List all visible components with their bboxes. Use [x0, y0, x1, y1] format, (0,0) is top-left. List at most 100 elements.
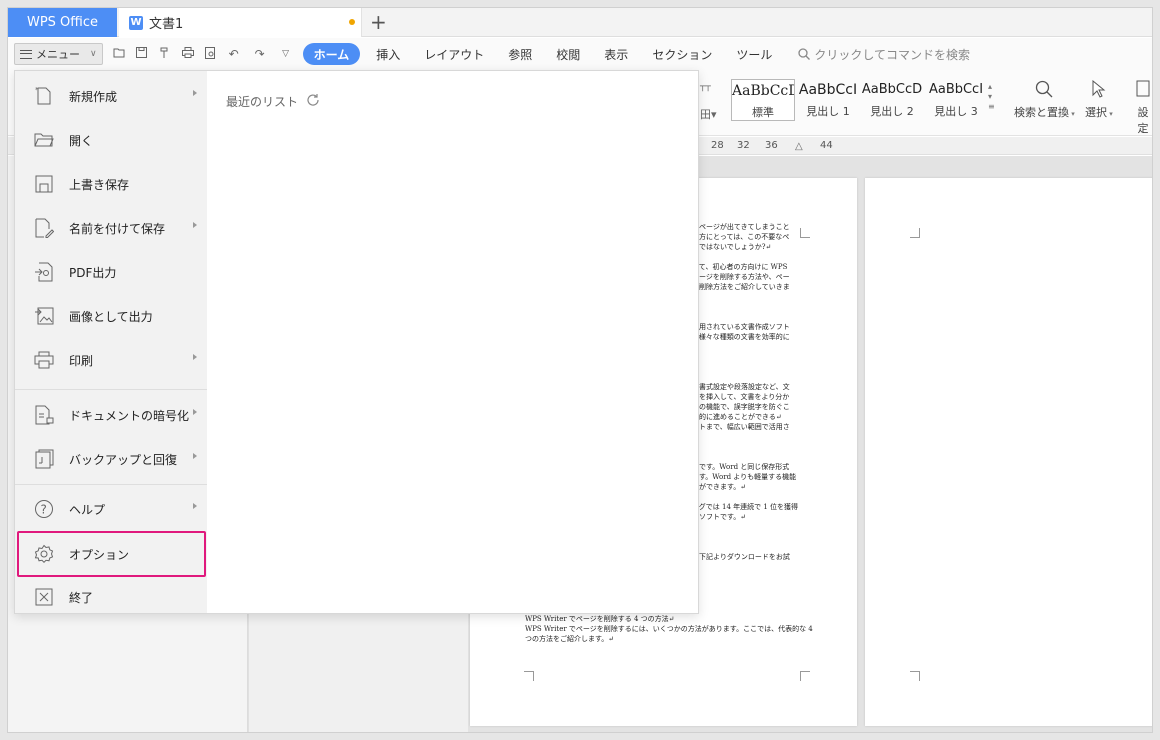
style-heading-1-name: 見出し 1 [806, 105, 850, 118]
ruler-tick: 28 [711, 140, 724, 151]
backup-icon [33, 448, 55, 470]
menu-item-backup-label: バックアップと回復 [69, 452, 178, 467]
menu-item-backup[interactable]: バックアップと回復 [15, 438, 207, 480]
pdf-export-icon [33, 261, 55, 283]
menu-item-save-as-label: 名前を付けて保存 [69, 221, 166, 236]
document-text-line: 本の書式設定や段落設定など、文 [685, 383, 790, 391]
menu-item-exit-label: 終了 [69, 590, 94, 605]
document-text-line: 白ページを削除する方法や、ペー [685, 273, 790, 281]
submenu-arrow-icon [193, 503, 197, 509]
submenu-arrow-icon [193, 222, 197, 228]
save-icon [33, 173, 55, 195]
style-heading-3-sample: AaBbCcI [928, 82, 984, 97]
style-normal-name: 標準 [752, 106, 774, 119]
tab-insert[interactable]: 挿入 [364, 43, 412, 65]
document-text-line: WPS Writer でページを削除するには、いくつかの方法があります。ここでは… [525, 625, 813, 633]
customize-toolbar-icon[interactable]: ▽ [279, 49, 293, 59]
menu-item-help[interactable]: ? ヘルプ [15, 488, 207, 530]
tab-home[interactable]: ホーム [302, 43, 361, 65]
select-label: 選択 [1085, 106, 1107, 119]
command-search-placeholder: クリックしてコマンドを検索 [814, 47, 970, 62]
submenu-arrow-icon [193, 90, 197, 96]
print-icon[interactable] [181, 47, 195, 61]
options-highlight-box [17, 531, 206, 577]
tab-document[interactable]: W 文書1 [119, 8, 362, 37]
undo-icon[interactable]: ↶ [227, 47, 241, 61]
tab-view[interactable]: 表示 [592, 43, 640, 65]
recent-list-header: 最近のリスト [226, 93, 320, 110]
settings-button[interactable]: 設定 [1134, 80, 1152, 136]
menu-item-new[interactable]: * 新規作成 [15, 75, 207, 117]
menu-item-pdf-export-label: PDF出力 [69, 265, 117, 280]
table-grid-icon[interactable]: ┬┬ [700, 82, 711, 92]
menu-item-image-export[interactable]: 画像として出力 [15, 295, 207, 337]
svg-text:*: * [35, 86, 39, 94]
style-normal[interactable]: AaBbCcD 標準 [731, 79, 795, 121]
styles-scroll-icon[interactable]: ▴ ▾ ≡ [988, 82, 995, 112]
tab-layout[interactable]: レイアウト [412, 43, 496, 65]
style-heading-3-name: 見出し 3 [934, 105, 978, 118]
menu-item-save-as[interactable]: 名前を付けて保存 [15, 207, 207, 249]
ruler-tick: 36 [765, 140, 778, 151]
ruler-tick: 32 [737, 140, 750, 151]
style-heading-2-name: 見出し 2 [870, 105, 914, 118]
menu-item-save-label: 上書き保存 [69, 177, 130, 192]
page-corner-mark [910, 671, 920, 681]
document-text-line: 方は下記よりダウンロードをお試 [685, 553, 790, 561]
document-text-line: 能です。Word よりも軽量する機能 [685, 473, 797, 481]
table-icon[interactable]: 田▾ [700, 106, 717, 122]
document-text-line: つの方法をご紹介します。↵ [525, 635, 615, 643]
menu-item-exit[interactable]: 終了 [15, 576, 207, 618]
style-heading-2[interactable]: AaBbCcD 見出し 2 [860, 79, 924, 121]
style-heading-1-sample: AaBbCcI [798, 82, 858, 98]
find-replace-label: 検索と置換 [1014, 106, 1069, 119]
format-painter-icon[interactable] [158, 47, 172, 62]
submenu-arrow-icon [193, 354, 197, 360]
svg-text:?: ? [41, 503, 47, 517]
search-icon [798, 48, 811, 60]
menu-item-pdf-export[interactable]: PDF出力 [15, 251, 207, 293]
menu-item-open[interactable]: 開く [15, 119, 207, 161]
document-tab-title: 文書1 [149, 17, 184, 32]
find-replace-button[interactable]: 検索と置換 ▾ [1014, 80, 1075, 120]
recent-list-label: 最近のリスト [226, 95, 299, 109]
menu-separator [15, 484, 207, 485]
style-heading-3[interactable]: AaBbCcI 見出し 3 [924, 79, 988, 121]
document-text-line: ついて、初心者の方向けに WPS [685, 263, 788, 271]
menu-item-open-label: 開く [69, 133, 94, 148]
style-heading-1[interactable]: AaBbCcI 見出し 1 [796, 79, 860, 121]
image-export-icon [33, 305, 55, 327]
tab-tools[interactable]: ツール [724, 43, 784, 65]
document-text-line: 要なページが出てきてしまうこと [685, 223, 790, 231]
ruler-tick: 44 [820, 140, 833, 151]
menu-item-encrypt[interactable]: ドキュメントの暗号化 [15, 394, 207, 436]
menu-button[interactable]: メニュー ∨ [14, 43, 103, 65]
save-icon[interactable] [135, 47, 149, 61]
app-window: WPS Office W 文書1 + メニュー ∨ ↶ ↷ ▽ ホーム 挿入 レ… [7, 7, 1153, 733]
print-preview-icon[interactable] [204, 46, 218, 62]
select-button[interactable]: 選択 ▾ [1085, 79, 1113, 120]
menu-item-encrypt-label: ドキュメントの暗号化 [69, 408, 190, 423]
command-search[interactable]: クリックしてコマンドを検索 [798, 46, 970, 63]
tab-section[interactable]: セクション [640, 43, 724, 65]
tab-review[interactable]: 校閲 [544, 43, 592, 65]
refresh-icon[interactable] [306, 93, 320, 110]
new-tab-button[interactable]: + [370, 10, 387, 34]
menu-item-help-label: ヘルプ [69, 502, 106, 517]
tab-wps-office[interactable]: WPS Office [8, 8, 117, 37]
menu-item-print[interactable]: 印刷 [15, 339, 207, 381]
open-folder-icon[interactable] [112, 47, 126, 61]
menu-bar: メニュー ∨ ↶ ↷ ▽ ホーム 挿入 レイアウト 参照 校閲 表示 セクション… [8, 38, 1152, 70]
document-text-line: 効率的に進めることができる↵ [685, 413, 782, 421]
document-page-2[interactable] [865, 178, 1152, 726]
redo-icon[interactable]: ↷ [253, 47, 267, 61]
menu-separator [15, 389, 207, 390]
tab-references[interactable]: 参照 [496, 43, 544, 65]
folder-open-icon [33, 129, 55, 151]
style-normal-sample: AaBbCcD [732, 83, 794, 99]
settings-icon [1134, 80, 1152, 104]
indent-marker-icon[interactable]: △ [795, 141, 803, 152]
settings-label: 設定 [1137, 106, 1149, 135]
menu-item-save[interactable]: 上書き保存 [15, 163, 207, 205]
document-text-line: も利用されている文書作成ソフト [685, 323, 790, 331]
